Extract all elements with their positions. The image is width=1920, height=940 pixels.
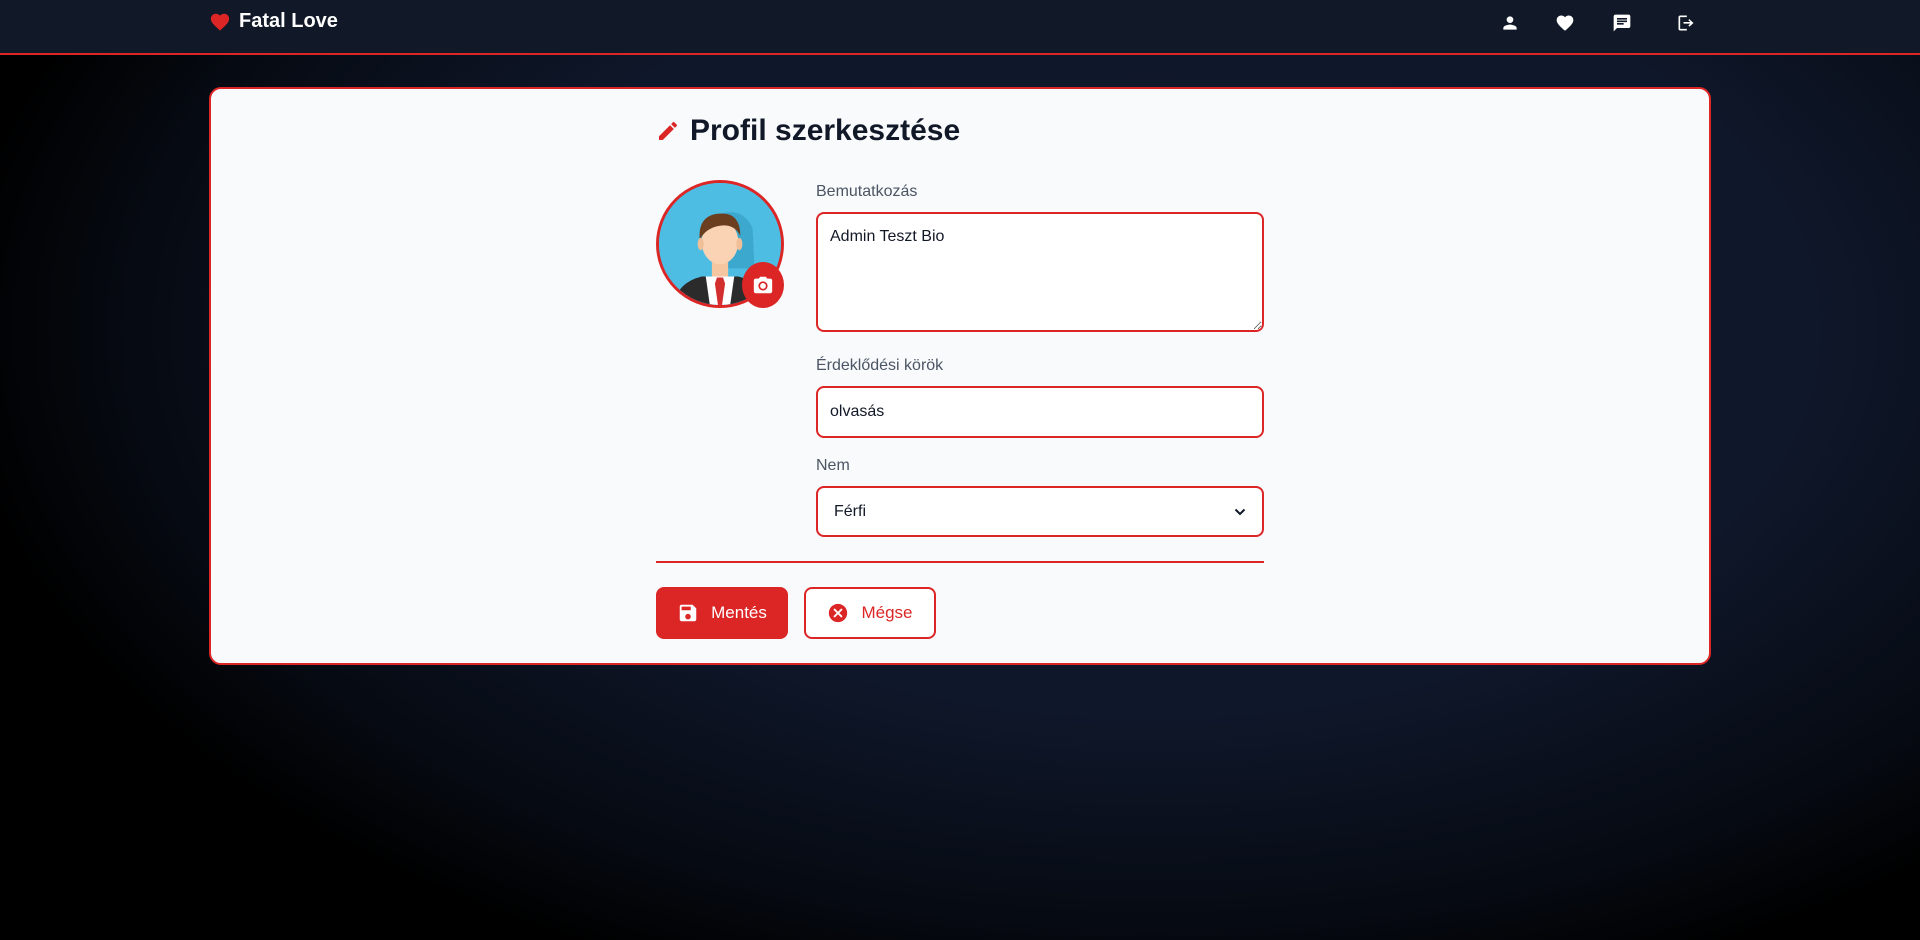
logout-nav-button[interactable]	[1674, 11, 1698, 35]
chat-icon	[1613, 14, 1631, 32]
user-icon	[1503, 16, 1517, 30]
navbar: Fatal Love	[0, 0, 1920, 55]
floppy-disk-icon	[679, 604, 697, 622]
profile-nav-button[interactable]	[1498, 11, 1522, 35]
pencil-icon	[659, 121, 678, 140]
matches-nav-button[interactable]	[1553, 11, 1577, 35]
save-button[interactable]: Mentés	[656, 587, 788, 639]
form-divider	[656, 561, 1264, 563]
camera-icon	[753, 276, 773, 294]
chevron-down-icon	[1234, 508, 1246, 515]
bio-textarea[interactable]: Admin Teszt Bio	[816, 212, 1264, 332]
gender-label: Nem	[816, 457, 850, 474]
heart-icon	[1556, 15, 1574, 31]
bio-label: Bemutatkozás	[816, 183, 918, 200]
profile-edit-card	[209, 87, 1711, 665]
save-button-label: Mentés	[711, 603, 767, 622]
interests-label: Érdeklődési körök	[816, 357, 944, 374]
page-title: Profil szerkesztése	[656, 114, 960, 148]
page-title-text: Profil szerkesztése	[690, 114, 961, 147]
cancel-button-label: Mégse	[861, 603, 913, 622]
gender-select[interactable]: Férfi	[816, 486, 1264, 537]
messages-nav-button[interactable]	[1610, 11, 1634, 35]
change-photo-button[interactable]	[742, 262, 784, 308]
close-circle-icon	[829, 603, 848, 623]
interests-input[interactable]	[816, 386, 1264, 438]
cancel-button[interactable]: Mégse	[804, 587, 936, 639]
logout-icon	[1678, 15, 1694, 31]
gender-selected-value: Férfi	[834, 502, 866, 520]
